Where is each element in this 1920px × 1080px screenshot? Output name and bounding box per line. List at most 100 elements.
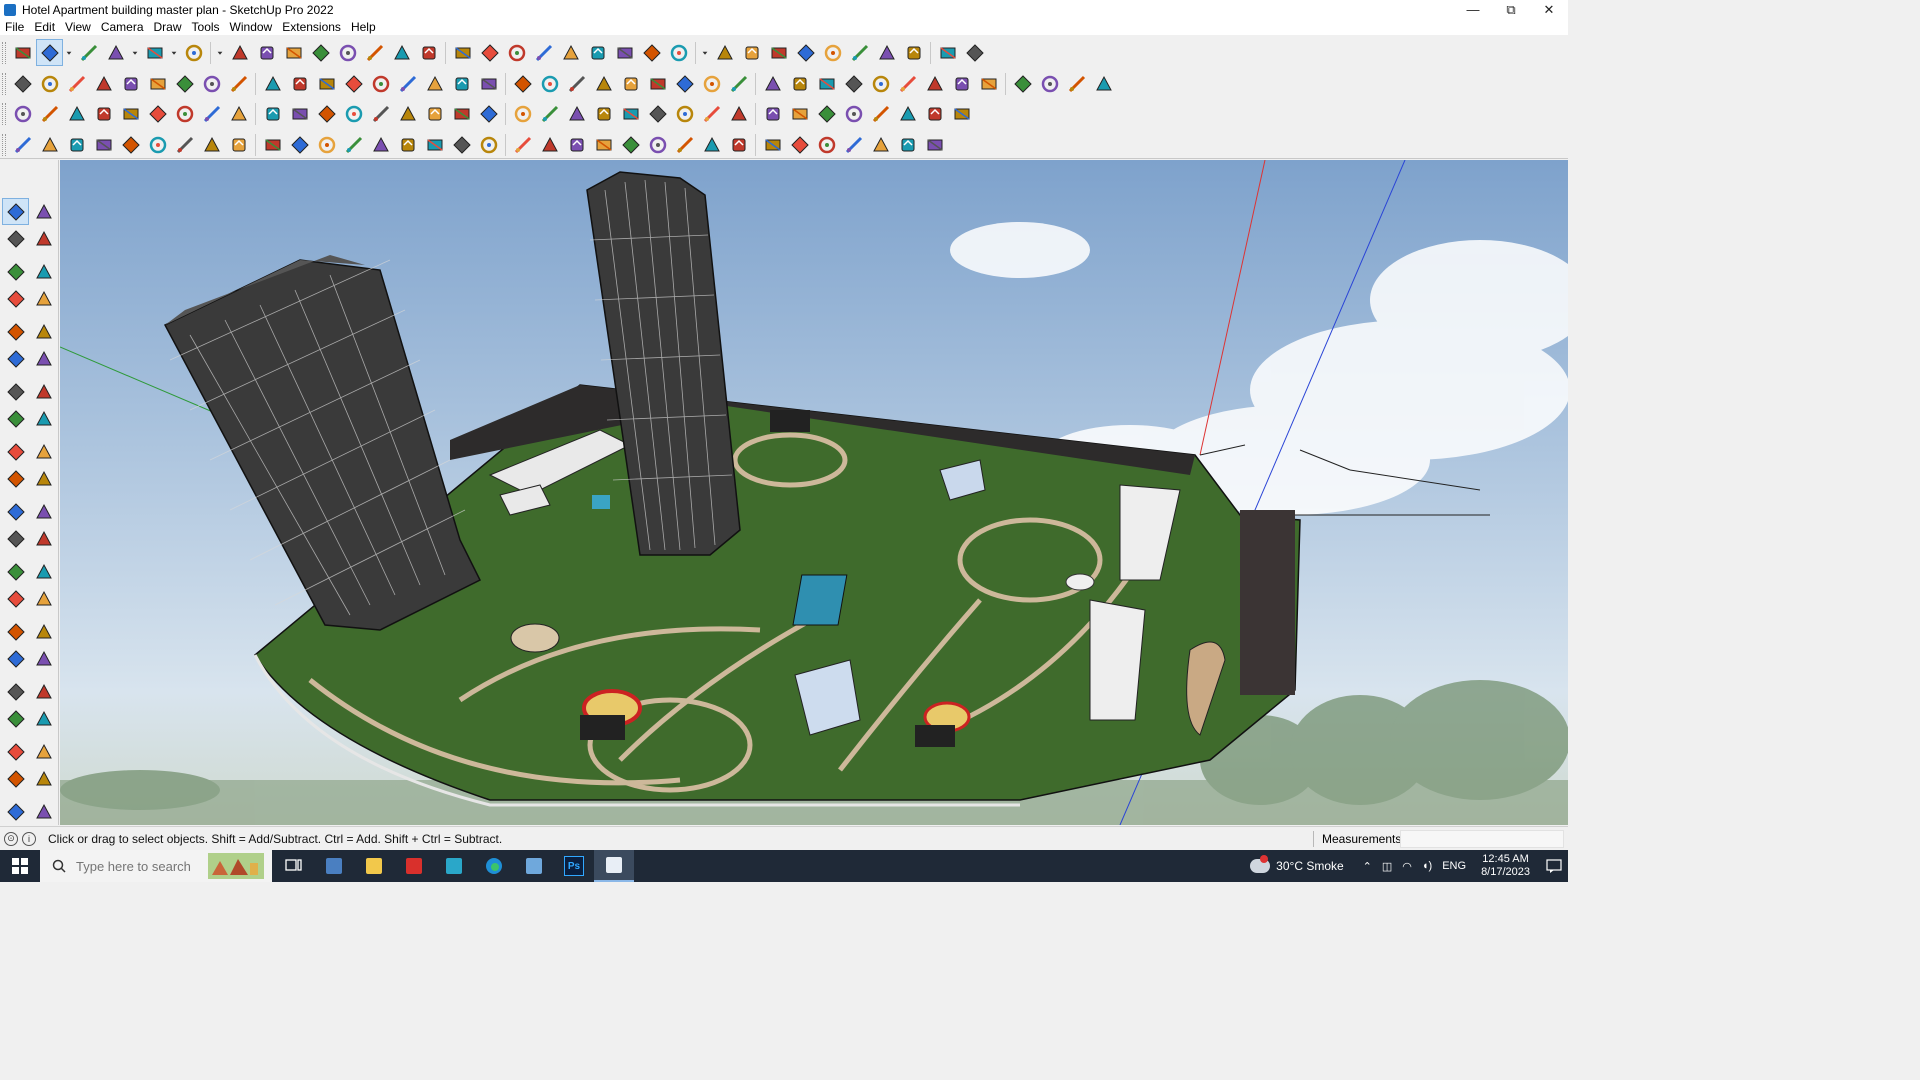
bend-icon[interactable] xyxy=(198,131,225,158)
menu-help[interactable]: Help xyxy=(346,19,381,35)
railing-icon[interactable] xyxy=(1036,70,1063,97)
redo-icon[interactable] xyxy=(934,39,961,66)
menu-file[interactable]: File xyxy=(0,19,29,35)
pie-icon[interactable] xyxy=(30,378,57,405)
extension-warehouse-icon[interactable] xyxy=(738,39,765,66)
zoom-extents-icon[interactable] xyxy=(530,39,557,66)
rotate-icon[interactable] xyxy=(307,39,334,66)
clock[interactable]: 12:45 AM 8/17/2023 xyxy=(1481,853,1530,879)
mirror-icon[interactable] xyxy=(225,70,252,97)
pencil-icon[interactable] xyxy=(617,70,644,97)
walk-icon[interactable] xyxy=(2,738,29,765)
arrow-left-icon[interactable] xyxy=(509,131,536,158)
layers-icon[interactable] xyxy=(2,798,29,825)
warehouse-icon[interactable] xyxy=(711,39,738,66)
panel-icon[interactable] xyxy=(840,100,867,127)
orbit-icon[interactable] xyxy=(449,39,476,66)
chain-icon[interactable] xyxy=(698,100,725,127)
minimize-button[interactable]: — xyxy=(1454,0,1492,19)
menu-window[interactable]: Window xyxy=(225,19,278,35)
arc-icon[interactable] xyxy=(2,378,29,405)
group-icon[interactable] xyxy=(584,39,611,66)
select-icon[interactable] xyxy=(36,39,63,66)
sketchup-icon[interactable] xyxy=(594,850,634,882)
toolbar-grip[interactable] xyxy=(2,72,6,95)
fillet-icon[interactable] xyxy=(840,70,867,97)
garage-icon[interactable] xyxy=(475,70,502,97)
media-icon[interactable] xyxy=(434,850,474,882)
paint-red-icon[interactable] xyxy=(117,100,144,127)
snipping-icon[interactable] xyxy=(514,850,554,882)
lasso-icon[interactable] xyxy=(536,100,563,127)
menu-draw[interactable]: Draw xyxy=(149,19,187,35)
solid-icon[interactable] xyxy=(63,100,90,127)
trim-icon[interactable] xyxy=(313,70,340,97)
cone-icon[interactable] xyxy=(448,100,475,127)
parallelogram-icon[interactable] xyxy=(725,70,752,97)
move-icon[interactable] xyxy=(280,39,307,66)
zoom-window-icon[interactable] xyxy=(503,39,530,66)
language-indicator[interactable]: ENG xyxy=(1442,860,1466,872)
pan-icon[interactable] xyxy=(30,618,57,645)
push-pull-red-icon[interactable] xyxy=(90,70,117,97)
eraser-icon[interactable] xyxy=(75,39,102,66)
ruby-icon[interactable] xyxy=(961,39,988,66)
dropdown-icon[interactable] xyxy=(168,39,180,66)
rectangle-icon[interactable] xyxy=(180,39,207,66)
home-icon[interactable] xyxy=(448,70,475,97)
dots-icon[interactable] xyxy=(921,100,948,127)
eraser-red-icon[interactable] xyxy=(894,70,921,97)
protractor-icon[interactable] xyxy=(2,558,29,585)
spring-icon[interactable] xyxy=(617,131,644,158)
scale-icon[interactable] xyxy=(334,39,361,66)
table-icon[interactable] xyxy=(225,100,252,127)
info-icon[interactable]: i xyxy=(22,831,36,846)
dropdown-icon[interactable] xyxy=(699,39,711,66)
plane-icon[interactable] xyxy=(36,100,63,127)
ellipse-icon[interactable] xyxy=(698,70,725,97)
dimension-icon[interactable] xyxy=(563,70,590,97)
follow-me-icon[interactable] xyxy=(253,39,280,66)
arc-icon[interactable] xyxy=(141,39,168,66)
polygon-icon[interactable] xyxy=(671,70,698,97)
text-icon[interactable] xyxy=(388,39,415,66)
file-explorer-icon[interactable] xyxy=(354,850,394,882)
loop-icon[interactable] xyxy=(171,100,198,127)
shed-icon[interactable] xyxy=(509,70,536,97)
measurements-box[interactable] xyxy=(1400,830,1564,848)
close-button[interactable]: ✕ xyxy=(1530,0,1568,19)
axes-icon[interactable] xyxy=(846,39,873,66)
zoom-icon[interactable] xyxy=(9,39,36,66)
rectangle-icon[interactable] xyxy=(2,318,29,345)
menu-view[interactable]: View xyxy=(60,19,96,35)
paint-bucket-icon[interactable] xyxy=(415,39,442,66)
wire-icon[interactable] xyxy=(840,131,867,158)
capsule-icon[interactable] xyxy=(171,131,198,158)
blade-icon[interactable] xyxy=(563,131,590,158)
polyline-icon[interactable] xyxy=(9,131,36,158)
extend-icon[interactable] xyxy=(340,70,367,97)
stair-corner-icon[interactable] xyxy=(259,131,286,158)
select-icon[interactable] xyxy=(2,198,29,225)
orbit-icon[interactable] xyxy=(2,618,29,645)
tape-measure-icon[interactable] xyxy=(361,39,388,66)
text-label-icon[interactable] xyxy=(90,100,117,127)
intersect-icon[interactable] xyxy=(286,70,313,97)
house-icon[interactable] xyxy=(421,70,448,97)
three-point-arc-icon[interactable] xyxy=(30,405,57,432)
scale-icon[interactable] xyxy=(2,498,29,525)
scale-copy-icon[interactable] xyxy=(198,70,225,97)
menu-camera[interactable]: Camera xyxy=(96,19,149,35)
material-icon[interactable] xyxy=(921,70,948,97)
styles-icon[interactable] xyxy=(30,798,57,825)
tile-icon[interactable] xyxy=(867,100,894,127)
knife-icon[interactable] xyxy=(286,131,313,158)
push-pull-icon[interactable] xyxy=(226,39,253,66)
warning-icon[interactable] xyxy=(509,100,536,127)
pan-icon[interactable] xyxy=(476,39,503,66)
component-icon[interactable] xyxy=(2,258,29,285)
floor-icon[interactable] xyxy=(975,70,1002,97)
dropdown-icon[interactable] xyxy=(63,39,75,66)
follow-me-icon[interactable] xyxy=(30,465,57,492)
top-view-icon[interactable] xyxy=(36,70,63,97)
